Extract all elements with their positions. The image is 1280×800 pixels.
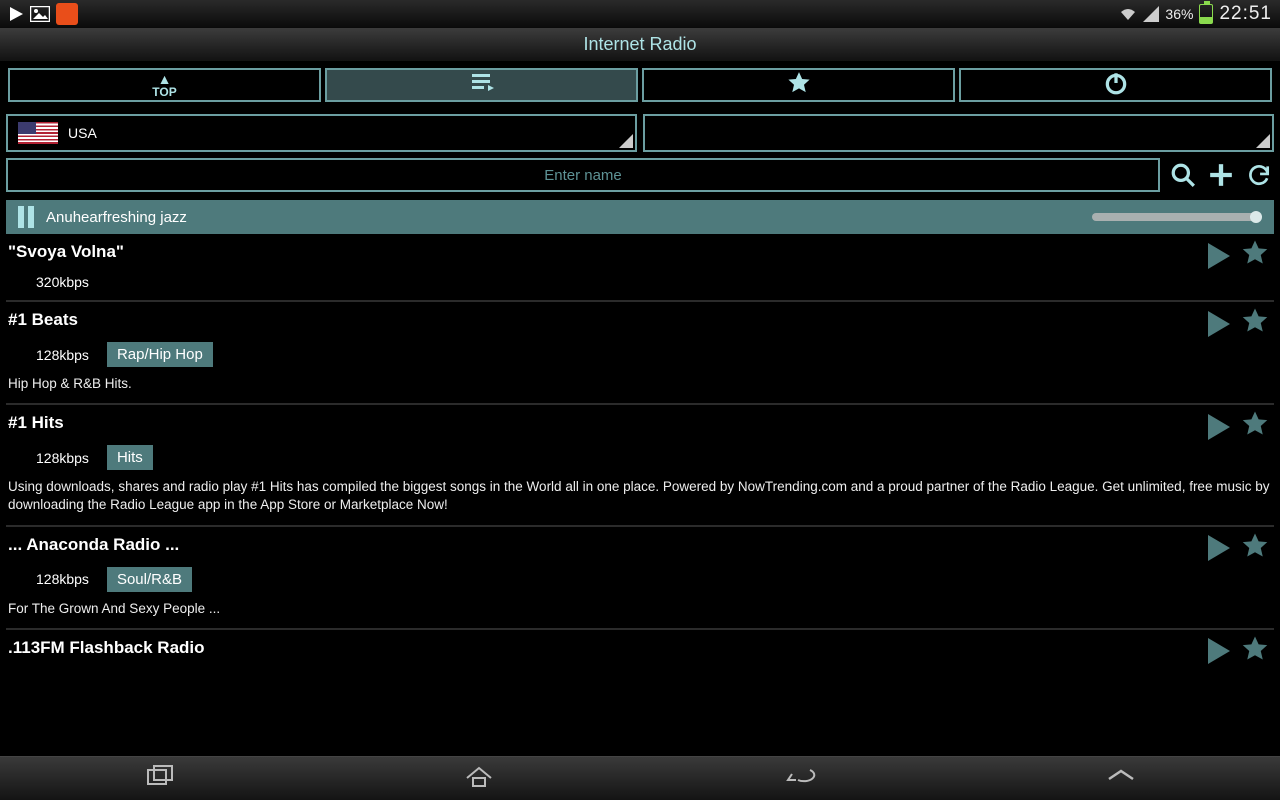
app-title-bar: Internet Radio bbox=[0, 28, 1280, 62]
dropdown-indicator-icon bbox=[619, 134, 633, 148]
station-item[interactable]: #1 Hits 128kbps Hits Using downloads, sh… bbox=[6, 405, 1274, 526]
genre-chip[interactable]: Rap/Hip Hop bbox=[107, 342, 213, 367]
tab-list[interactable] bbox=[325, 68, 638, 102]
signal-icon bbox=[1143, 6, 1159, 22]
station-description: For The Grown And Sexy People ... bbox=[8, 600, 1272, 618]
station-bitrate: 128kbps bbox=[36, 450, 89, 466]
nav-menu-button[interactable] bbox=[1105, 767, 1137, 790]
search-row bbox=[0, 156, 1280, 198]
play-button[interactable] bbox=[1208, 638, 1230, 664]
country-label: USA bbox=[68, 125, 97, 141]
play-button[interactable] bbox=[1208, 535, 1230, 561]
add-button[interactable] bbox=[1206, 160, 1236, 190]
station-title: "Svoya Volna" bbox=[8, 242, 1272, 262]
android-status-bar: 36% 22:51 bbox=[0, 0, 1280, 28]
station-item[interactable]: #1 Beats 128kbps Rap/Hip Hop Hip Hop & R… bbox=[6, 302, 1274, 405]
wifi-icon bbox=[1119, 6, 1137, 22]
nav-home-button[interactable] bbox=[463, 764, 495, 793]
play-button[interactable] bbox=[1208, 414, 1230, 440]
tab-top[interactable]: ▲ TOP bbox=[8, 68, 321, 102]
station-item[interactable]: .113FM Flashback Radio bbox=[6, 630, 1274, 668]
clock: 22:51 bbox=[1219, 3, 1272, 25]
station-title: #1 Hits bbox=[8, 413, 1272, 433]
flag-icon bbox=[18, 122, 58, 144]
station-bitrate: 128kbps bbox=[36, 347, 89, 363]
country-selector[interactable]: USA bbox=[6, 114, 637, 152]
favorite-button[interactable] bbox=[1240, 238, 1270, 273]
filter-row: USA bbox=[0, 110, 1280, 156]
battery-text: 36% bbox=[1165, 6, 1193, 22]
nav-back-button[interactable] bbox=[782, 764, 818, 793]
play-notification-icon bbox=[8, 6, 24, 22]
nav-recent-button[interactable] bbox=[144, 764, 176, 793]
pause-icon[interactable] bbox=[18, 206, 34, 228]
station-description: Hip Hop & R&B Hits. bbox=[8, 375, 1272, 393]
dropdown-indicator-icon bbox=[1256, 134, 1270, 148]
genre-chip[interactable]: Soul/R&B bbox=[107, 567, 192, 592]
arrow-up-icon: ▲ bbox=[158, 72, 172, 86]
volume-slider[interactable] bbox=[1092, 213, 1262, 221]
favorite-button[interactable] bbox=[1240, 531, 1270, 566]
play-button[interactable] bbox=[1208, 243, 1230, 269]
play-button[interactable] bbox=[1208, 311, 1230, 337]
tab-favorites[interactable] bbox=[642, 68, 955, 102]
battery-icon bbox=[1199, 4, 1213, 24]
favorite-button[interactable] bbox=[1240, 634, 1270, 669]
app-notification-icon bbox=[56, 3, 78, 25]
station-bitrate: 320kbps bbox=[36, 274, 89, 290]
station-list: "Svoya Volna" 320kbps #1 Beats 128kbps R… bbox=[0, 234, 1280, 668]
station-title: .113FM Flashback Radio bbox=[8, 638, 1272, 658]
station-title: ... Anaconda Radio ... bbox=[8, 535, 1272, 555]
favorite-button[interactable] bbox=[1240, 409, 1270, 444]
power-icon bbox=[1103, 70, 1129, 101]
station-title: #1 Beats bbox=[8, 310, 1272, 330]
now-playing-bar[interactable]: Anuhearfreshing jazz bbox=[6, 200, 1274, 234]
app-title: Internet Radio bbox=[583, 34, 696, 55]
star-icon bbox=[786, 70, 812, 101]
search-input[interactable] bbox=[8, 167, 1158, 184]
tab-bar: ▲ TOP bbox=[0, 62, 1280, 110]
refresh-button[interactable] bbox=[1244, 160, 1274, 190]
station-item[interactable]: ... Anaconda Radio ... 128kbps Soul/R&B … bbox=[6, 527, 1274, 630]
now-playing-title: Anuhearfreshing jazz bbox=[46, 209, 187, 226]
list-icon bbox=[470, 72, 494, 99]
tab-top-label: TOP bbox=[152, 86, 176, 98]
search-button[interactable] bbox=[1168, 160, 1198, 190]
station-description: Using downloads, shares and radio play #… bbox=[8, 478, 1272, 514]
genre-chip[interactable]: Hits bbox=[107, 445, 153, 470]
android-nav-bar bbox=[0, 756, 1280, 800]
search-box[interactable] bbox=[6, 158, 1160, 192]
station-bitrate: 128kbps bbox=[36, 571, 89, 587]
image-notification-icon bbox=[30, 6, 50, 22]
genre-selector[interactable] bbox=[643, 114, 1274, 152]
favorite-button[interactable] bbox=[1240, 306, 1270, 341]
station-item[interactable]: "Svoya Volna" 320kbps bbox=[6, 234, 1274, 302]
tab-power[interactable] bbox=[959, 68, 1272, 102]
